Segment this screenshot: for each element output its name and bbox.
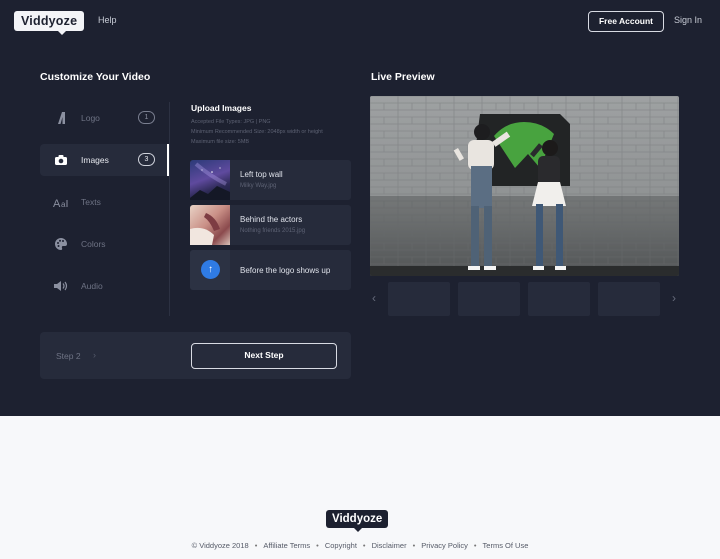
upload-meta-line: Minimum Recommended Size: 2048px width o…: [191, 129, 323, 135]
footer-logo[interactable]: Viddyoze: [326, 510, 389, 532]
next-step-button[interactable]: Next Step: [191, 343, 337, 369]
friends-thumbnail: [190, 205, 230, 245]
menu-label: Audio: [81, 281, 103, 291]
menu-label: Texts: [81, 197, 101, 207]
live-preview-video[interactable]: [370, 96, 679, 276]
image-slot-file: Milky Way.jpg: [240, 183, 277, 189]
chevron-right-icon[interactable]: ›: [672, 291, 676, 305]
menu-label: Logo: [81, 113, 100, 123]
customize-title: Customize Your Video: [40, 71, 151, 83]
free-account-button[interactable]: Free Account: [588, 11, 664, 32]
upload-meta-line: Accepted File Types: JPG | PNG: [191, 119, 271, 125]
footer-link-disclaimer[interactable]: Disclaimer: [372, 541, 407, 550]
menu-item-images[interactable]: Images 3: [40, 144, 170, 176]
live-preview-title: Live Preview: [371, 71, 435, 83]
menu-item-audio[interactable]: Audio: [40, 270, 170, 302]
copyright-text: © Viddyoze 2018: [191, 541, 249, 550]
milky-way-thumbnail: [190, 160, 230, 200]
preview-thumbnail[interactable]: [458, 282, 520, 316]
image-slot-behind-actors[interactable]: Behind the actors Nothing friends 2015.j…: [190, 205, 351, 245]
upload-images-title: Upload Images: [191, 103, 252, 113]
footer-link-affiliate-terms[interactable]: Affiliate Terms: [263, 541, 310, 550]
step-bar: Step 2 › Next Step: [40, 332, 351, 379]
footer-link-copyright[interactable]: Copyright: [325, 541, 357, 550]
menu-item-logo[interactable]: Logo 1: [40, 102, 170, 134]
image-slot-name: Left top wall: [240, 170, 283, 179]
text-icon: Aa: [53, 194, 69, 210]
palette-icon: [53, 236, 69, 252]
preview-thumbnail[interactable]: [388, 282, 450, 316]
image-slot-name: Behind the actors: [240, 215, 303, 224]
image-slot-name: Before the logo shows up: [240, 266, 331, 275]
customize-menu: Logo 1 Images 3 Aa Texts Colors Audio: [40, 102, 170, 312]
image-slot-left-top-wall[interactable]: Left top wall Milky Way.jpg: [190, 160, 351, 200]
upload-placeholder: ↑: [190, 250, 230, 290]
chevron-right-icon: ›: [93, 350, 96, 360]
svg-text:a: a: [61, 200, 66, 208]
menu-label: Colors: [81, 239, 106, 249]
footer-link-privacy-policy[interactable]: Privacy Policy: [421, 541, 468, 550]
menu-item-texts[interactable]: Aa Texts: [40, 186, 170, 218]
upload-arrow-icon[interactable]: ↑: [201, 260, 220, 279]
camera-icon: [53, 152, 69, 168]
image-slot-before-logo[interactable]: ↑ Before the logo shows up: [190, 250, 351, 290]
footer-link-terms-of-use[interactable]: Terms Of Use: [483, 541, 529, 550]
chevron-left-icon[interactable]: ‹: [372, 291, 376, 305]
image-slot-file: Nothing friends 2015.jpg: [240, 228, 306, 234]
upload-meta-line: Maximum file size: 5MB: [191, 139, 250, 145]
menu-label: Images: [81, 155, 109, 165]
count-badge: 3: [138, 153, 155, 166]
logo-icon: [53, 110, 69, 126]
menu-divider: [169, 102, 170, 316]
footer-links: © Viddyoze 2018 • Affiliate Terms • Copyrigh…: [191, 541, 529, 550]
count-badge: 1: [138, 111, 155, 124]
step-indicator: Step 2: [56, 351, 81, 361]
app-shell: Viddyoze Help Free Account Sign In Custo…: [0, 0, 720, 416]
menu-item-colors[interactable]: Colors: [40, 228, 170, 260]
help-link[interactable]: Help: [98, 15, 117, 25]
preview-thumbnail[interactable]: [598, 282, 660, 316]
speaker-icon: [53, 278, 69, 294]
viddyoze-logo[interactable]: Viddyoze: [14, 11, 85, 35]
svg-text:A: A: [53, 198, 61, 208]
sign-in-link[interactable]: Sign In: [674, 15, 702, 25]
preview-thumbnail[interactable]: [528, 282, 590, 316]
